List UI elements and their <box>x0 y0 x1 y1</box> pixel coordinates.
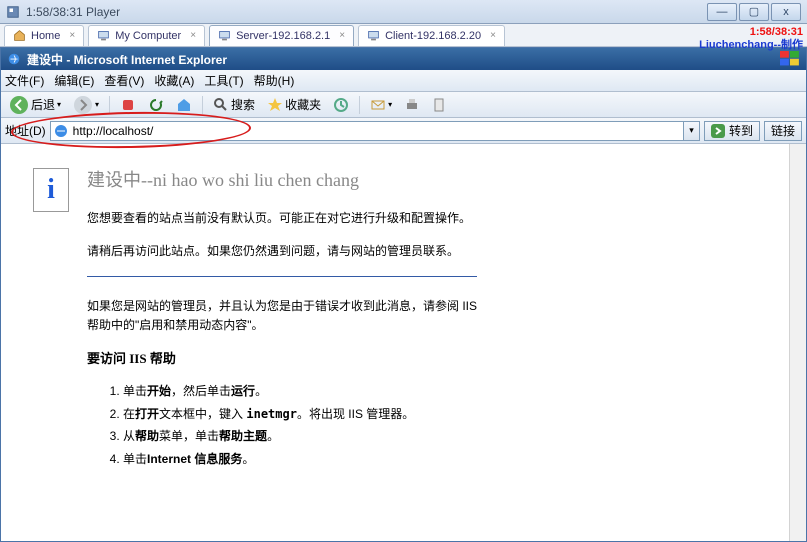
menu-view[interactable]: 查看(V) <box>104 72 144 89</box>
instruction-list: 单击开始，然后单击运行。 在打开文本框中，键入 inetmgr。将出现 IIS … <box>123 380 477 471</box>
history-button[interactable] <box>329 94 353 116</box>
menu-tools[interactable]: 工具(T) <box>204 72 243 89</box>
tab-label: Home <box>31 30 60 42</box>
ie-toolbar: 后退 ▾ ▾ 搜索 收藏夹 ▾ <box>1 92 806 118</box>
computer-icon <box>367 29 380 42</box>
favorites-label: 收藏夹 <box>285 96 321 113</box>
forward-arrow-icon <box>73 95 93 115</box>
edit-button[interactable] <box>428 94 452 116</box>
list-item: 在打开文本框中，键入 inetmgr。将出现 IIS 管理器。 <box>123 403 477 426</box>
overlay-time: 1:58/38:31 <box>699 26 803 39</box>
close-button[interactable]: x <box>771 3 801 21</box>
watermark-overlay: 1:58/38:31 Liuchenchang--制作 <box>699 26 803 52</box>
print-icon <box>404 97 420 113</box>
back-label: 后退 <box>31 96 55 113</box>
close-icon[interactable]: × <box>490 30 496 41</box>
address-input[interactable] <box>50 121 684 141</box>
refresh-button[interactable] <box>144 94 168 116</box>
tab-home[interactable]: Home × <box>4 25 84 46</box>
chevron-down-icon: ▾ <box>95 100 99 109</box>
tab-label: Server-192.168.2.1 <box>236 30 330 42</box>
tab-server[interactable]: Server-192.168.2.1 × <box>209 25 354 46</box>
chevron-down-icon: ▾ <box>388 100 392 109</box>
info-icon: i <box>33 168 69 212</box>
address-label: 地址(D) <box>5 122 46 139</box>
stop-button[interactable] <box>116 94 140 116</box>
home-icon <box>13 29 26 42</box>
forward-button[interactable]: ▾ <box>69 94 103 116</box>
scrollbar[interactable] <box>789 144 806 541</box>
back-button[interactable]: 后退 ▾ <box>5 94 65 116</box>
ie-logo-icon <box>7 52 21 66</box>
menu-favorites[interactable]: 收藏(A) <box>154 72 194 89</box>
computer-icon <box>218 29 231 42</box>
ie-content-area: i 建设中--ni hao wo shi liu chen chang 您想要查… <box>1 144 789 541</box>
close-icon[interactable]: × <box>190 30 196 41</box>
star-icon <box>267 97 283 113</box>
ie-titlebar: 建设中 - Microsoft Internet Explorer <box>1 48 806 70</box>
links-button[interactable]: 链接 <box>764 121 802 141</box>
ie-addressbar: 地址(D) ▾ 转到 链接 <box>1 118 806 144</box>
vmware-titlebar: 1:58/38:31 Player — ▢ x <box>0 0 807 24</box>
divider <box>87 276 477 277</box>
print-button[interactable] <box>400 94 424 116</box>
minimize-button[interactable]: — <box>707 3 737 21</box>
vmware-title: 1:58/38:31 Player <box>26 5 120 19</box>
tab-client[interactable]: Client-192.168.2.20 × <box>358 25 505 46</box>
close-icon[interactable]: × <box>69 30 75 41</box>
favorites-button[interactable]: 收藏夹 <box>263 94 325 116</box>
tab-label: Client-192.168.2.20 <box>385 30 481 42</box>
overlay-credit: Liuchenchang--制作 <box>699 39 803 52</box>
history-icon <box>333 97 349 113</box>
page-icon <box>54 124 68 138</box>
stop-icon <box>120 97 136 113</box>
vmware-icon <box>6 5 20 19</box>
edit-icon <box>432 97 448 113</box>
list-item: 单击开始，然后单击运行。 <box>123 380 477 403</box>
ie-window: 建设中 - Microsoft Internet Explorer 文件(F) … <box>0 47 807 542</box>
ie-window-title: 建设中 - Microsoft Internet Explorer <box>27 51 227 68</box>
home-button[interactable] <box>172 94 196 116</box>
search-button[interactable]: 搜索 <box>209 94 259 116</box>
content-text: 您想要查看的站点当前没有默认页。可能正在对它进行升级和配置操作。 <box>87 209 477 228</box>
maximize-button[interactable]: ▢ <box>739 3 769 21</box>
go-arrow-icon <box>711 124 725 138</box>
close-icon[interactable]: × <box>339 30 345 41</box>
mail-icon <box>370 97 386 113</box>
chevron-down-icon: ▾ <box>689 125 694 136</box>
links-label: 链接 <box>771 122 795 139</box>
go-label: 转到 <box>729 122 753 139</box>
refresh-icon <box>148 97 164 113</box>
menu-file[interactable]: 文件(F) <box>5 72 44 89</box>
home-icon <box>176 97 192 113</box>
vmware-tabstrip: Home × My Computer × Server-192.168.2.1 … <box>0 24 807 47</box>
tab-label: My Computer <box>115 30 181 42</box>
page-heading: 建设中--ni hao wo shi liu chen chang <box>87 168 477 193</box>
content-text: 请稍后再访问此站点。如果您仍然遇到问题，请与网站的管理员联系。 <box>87 242 477 261</box>
go-button[interactable]: 转到 <box>704 121 760 141</box>
windows-flag-icon <box>780 51 800 67</box>
section-heading: 要访问 IIS 帮助 <box>87 349 477 370</box>
menu-edit[interactable]: 编辑(E) <box>54 72 94 89</box>
back-arrow-icon <box>9 95 29 115</box>
address-dropdown[interactable]: ▾ <box>684 121 700 141</box>
computer-icon <box>97 29 110 42</box>
mail-button[interactable]: ▾ <box>366 94 396 116</box>
ie-menubar: 文件(F) 编辑(E) 查看(V) 收藏(A) 工具(T) 帮助(H) <box>1 70 806 92</box>
search-icon <box>213 97 229 113</box>
list-item: 从帮助菜单，单击帮助主题。 <box>123 425 477 448</box>
tab-mycomputer[interactable]: My Computer × <box>88 25 205 46</box>
content-text: 如果您是网站的管理员，并且认为您是由于错误才收到此消息，请参阅 IIS帮助中的"… <box>87 297 477 335</box>
search-label: 搜索 <box>231 96 255 113</box>
chevron-down-icon: ▾ <box>57 100 61 109</box>
menu-help[interactable]: 帮助(H) <box>254 72 295 89</box>
list-item: 单击Internet 信息服务。 <box>123 448 477 471</box>
